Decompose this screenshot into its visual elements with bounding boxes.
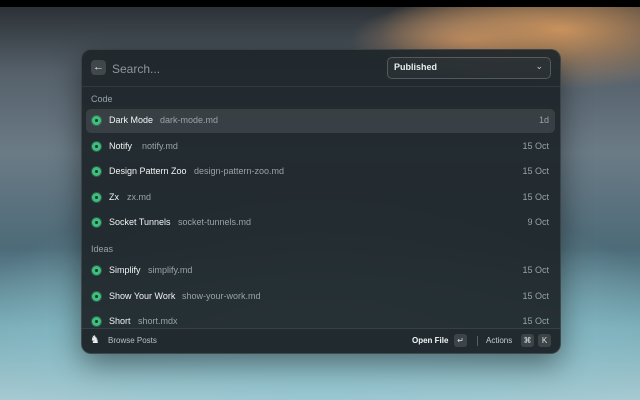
published-status-icon bbox=[92, 116, 101, 125]
k-key: K bbox=[538, 334, 551, 347]
chevron-down-icon: ⌄ bbox=[535, 61, 543, 71]
post-date: 9 Oct bbox=[527, 217, 549, 227]
post-title: Zx bbox=[109, 192, 119, 202]
published-status-icon bbox=[92, 266, 101, 275]
post-date: 15 Oct bbox=[522, 316, 549, 326]
section-label-code: Code bbox=[91, 94, 113, 104]
section-label-ideas: Ideas bbox=[91, 244, 114, 254]
post-title: Short bbox=[109, 316, 131, 326]
post-filename: socket-tunnels.md bbox=[178, 217, 252, 227]
post-title: Notify bbox=[109, 141, 133, 151]
command-palette-window: ← Published ⌄ Code Dark Mode dark-mode.m… bbox=[81, 49, 561, 354]
post-title: Dark Mode bbox=[109, 115, 154, 125]
post-date: 1d bbox=[538, 115, 549, 125]
post-title: Simplify bbox=[109, 265, 141, 275]
footer-divider bbox=[477, 336, 478, 346]
published-status-icon bbox=[92, 292, 101, 301]
list-item[interactable]: Show Your Work show-your-work.md 15 Oct bbox=[86, 285, 555, 309]
open-file-action[interactable]: Open File bbox=[412, 336, 448, 345]
post-date: 15 Oct bbox=[522, 291, 549, 301]
published-status-icon bbox=[92, 142, 101, 151]
published-status-icon bbox=[92, 218, 101, 227]
filter-selected-value: Published bbox=[394, 62, 438, 72]
screen-top-bar bbox=[0, 0, 640, 7]
post-filename: dark-mode.md bbox=[160, 115, 219, 125]
list-item[interactable]: Dark Mode dark-mode.md 1d bbox=[86, 109, 555, 133]
command-key: ⌘ bbox=[521, 334, 534, 347]
post-date: 15 Oct bbox=[522, 265, 549, 275]
post-date: 15 Oct bbox=[522, 192, 549, 202]
post-date: 15 Oct bbox=[522, 141, 549, 151]
list-item[interactable]: Socket Tunnels socket-tunnels.md 9 Oct bbox=[86, 211, 555, 235]
arrow-left-icon: ← bbox=[93, 61, 104, 73]
list-item[interactable]: Design Pattern Zoo design-pattern-zoo.md… bbox=[86, 160, 555, 184]
action-bar: ♞ Browse Posts Open File ↵ Actions ⌘ K bbox=[82, 328, 560, 353]
filter-dropdown[interactable]: Published ⌄ bbox=[387, 57, 551, 79]
post-filename: show-your-work.md bbox=[182, 291, 261, 301]
post-filename: zx.md bbox=[127, 192, 152, 202]
post-filename: design-pattern-zoo.md bbox=[194, 166, 285, 176]
search-header: ← Published ⌄ bbox=[82, 50, 560, 87]
post-filename: short.mdx bbox=[138, 316, 178, 326]
search-input[interactable] bbox=[110, 58, 364, 80]
command-name: Browse Posts bbox=[108, 336, 157, 345]
published-status-icon bbox=[92, 317, 101, 326]
actions-button[interactable]: Actions bbox=[486, 336, 512, 345]
published-status-icon bbox=[92, 167, 101, 176]
post-title: Socket Tunnels bbox=[109, 217, 171, 227]
list-item[interactable]: Zx zx.md 15 Oct bbox=[86, 186, 555, 210]
list-item[interactable]: Notify notify.md 15 Oct bbox=[86, 135, 555, 159]
enter-key-icon: ↵ bbox=[454, 334, 467, 347]
post-date: 15 Oct bbox=[522, 166, 549, 176]
post-filename: notify.md bbox=[142, 141, 178, 151]
post-filename: simplify.md bbox=[148, 265, 193, 275]
list-item[interactable]: Simplify simplify.md 15 Oct bbox=[86, 259, 555, 283]
post-title: Design Pattern Zoo bbox=[109, 166, 187, 176]
post-title: Show Your Work bbox=[109, 291, 176, 301]
back-button[interactable]: ← bbox=[91, 60, 106, 75]
raycast-extension-icon: ♞ bbox=[90, 334, 100, 346]
published-status-icon bbox=[92, 193, 101, 202]
